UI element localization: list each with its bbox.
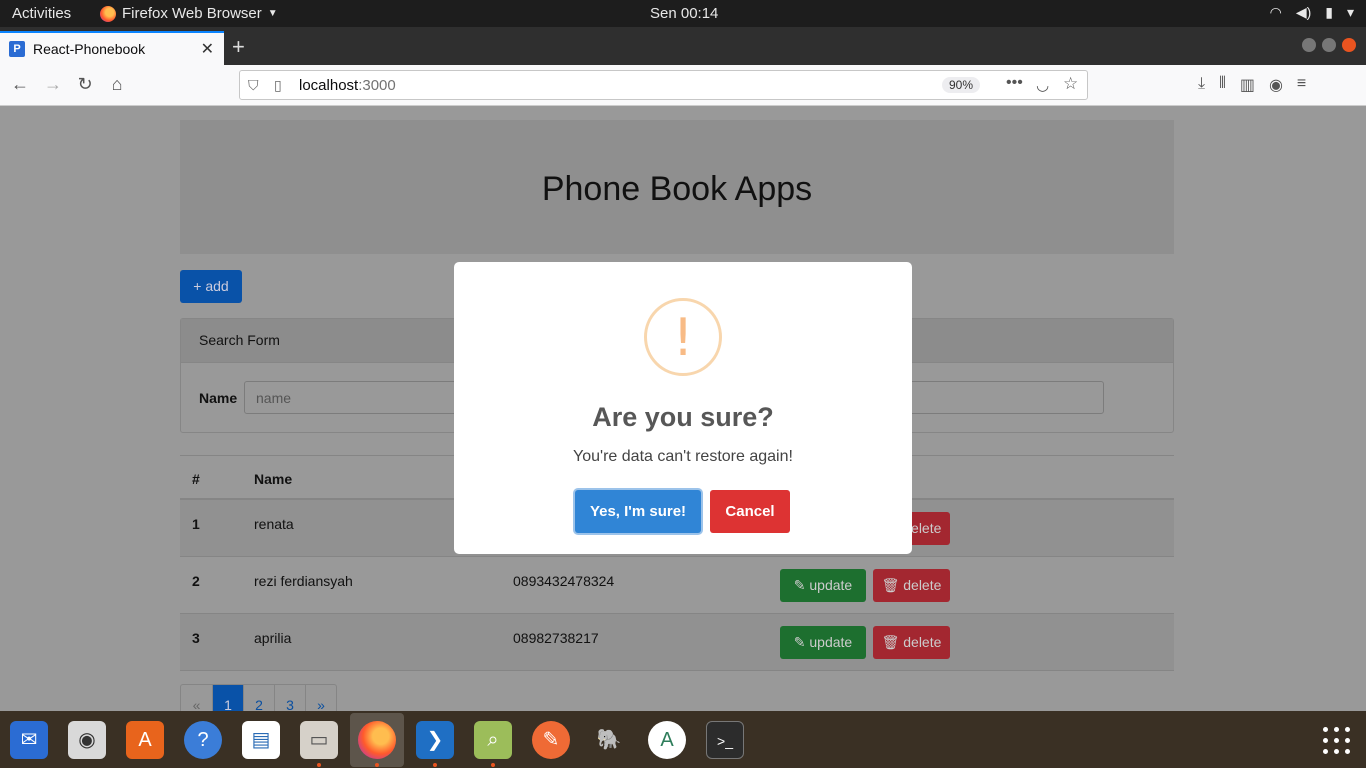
pagination: « 1 2 3 » [180,684,337,711]
table-row: 3 aprilia 08982738217 ✎ update 🗑 delete [180,614,1174,671]
dialog-title: Are you sure? [592,402,774,432]
help-icon[interactable]: ? [184,721,222,759]
name-label: Name [199,390,238,406]
close-window-button[interactable] [1342,38,1356,52]
firefox-icon[interactable] [358,721,396,759]
running-indicator [433,763,437,767]
chevron-down-icon: ▼ [267,8,278,19]
pgadmin-icon[interactable]: 🐘 [590,721,628,759]
dock: ✉ ◉ A ? ▤ ▭ ❯ ⌕ ✎ 🐘 A >_ [0,711,1366,768]
row-phone: 0893432478324 [513,573,615,589]
zoom-indicator[interactable]: 90% [942,77,981,93]
url-bar[interactable]: ⛉ ▯ localhost:3000 90% ••• ◡ ☆ [239,70,1088,100]
reload-icon[interactable]: ↻ [73,74,97,95]
cancel-button[interactable]: Cancel [710,490,790,533]
bookmark-star-icon[interactable]: ☆ [1063,74,1078,94]
page-info-icon[interactable]: ▯ [274,77,282,94]
row-name: rezi ferdiansyah [254,573,353,589]
back-arrow-icon[interactable]: ← [8,74,32,95]
home-icon[interactable]: ⌂ [105,74,129,95]
image-viewer-icon[interactable]: ⌕ [474,721,512,759]
files-icon[interactable]: ▭ [300,721,338,759]
pagination-page-1[interactable]: 1 [212,685,243,711]
pagination-page-3[interactable]: 3 [274,685,305,711]
row-name: renata [254,516,294,532]
close-tab-icon[interactable]: ✕ [201,39,214,59]
activities-button[interactable]: Activities [12,5,71,22]
favicon-icon: P [9,41,25,57]
update-button[interactable]: ✎ update [780,626,866,659]
update-button[interactable]: ✎ update [780,569,866,602]
running-indicator [317,763,321,767]
page-actions-icon[interactable]: ••• [1006,74,1023,92]
vscode-icon[interactable]: ❯ [416,721,454,759]
row-number: 1 [192,516,200,532]
warning-icon: ! [644,298,722,376]
confirm-dialog: ! Are you sure? You're data can't restor… [454,262,912,554]
wifi-icon: ◠ [1269,4,1282,20]
add-button[interactable]: + add [180,270,242,303]
tab-title: React-Phonebook [33,41,146,57]
android-studio-icon[interactable]: A [648,721,686,759]
delete-button[interactable]: 🗑 delete [873,569,950,602]
firefox-icon [100,5,116,22]
running-indicator [491,763,495,767]
dialog-message: You're data can't restore again! [573,448,793,465]
url-text[interactable]: localhost:3000 [299,77,396,94]
software-center-icon[interactable]: A [126,721,164,759]
column-header-name: Name [254,471,293,487]
table-row: 2 rezi ferdiansyah 0893432478324 ✎ updat… [180,557,1174,614]
running-indicator [375,763,379,767]
volume-icon: ◀) [1295,4,1312,20]
maximize-button[interactable] [1322,38,1336,52]
header-jumbotron: Phone Book Apps [180,120,1174,254]
show-applications-icon[interactable] [1323,727,1351,755]
window-controls [1302,38,1356,52]
library-icon[interactable]: ⫴ [1219,75,1226,95]
pagination-page-2[interactable]: 2 [243,685,274,711]
tracking-shield-icon[interactable]: ⛉ [248,77,259,94]
tab-bar: P React-Phonebook ✕ + [0,27,1366,65]
system-tray[interactable]: ◠ ◀) ▮ ▾ [1270,4,1354,21]
rhythmbox-icon[interactable]: ◉ [68,721,106,759]
minimize-button[interactable] [1302,38,1316,52]
terminal-icon[interactable]: >_ [706,721,744,759]
pagination-prev[interactable]: « [181,685,212,711]
toolbar-icons: ⤓ ⫴ ▥ ◉ ≡ [1198,75,1306,95]
sidebar-icon[interactable]: ▥ [1240,75,1255,95]
power-menu-icon: ▾ [1346,4,1354,20]
row-name: aprilia [254,630,292,646]
row-number: 2 [192,573,200,589]
app-menu[interactable]: Firefox Web Browser ▼ [100,5,278,22]
new-tab-button[interactable]: + [232,34,245,60]
tab-react-phonebook[interactable]: P React-Phonebook ✕ [0,31,224,65]
clock[interactable]: Sen 00:14 [650,5,718,22]
hamburger-menu-icon[interactable]: ≡ [1297,75,1306,95]
row-phone: 08982738217 [513,630,599,646]
postman-icon[interactable]: ✎ [532,721,570,759]
account-icon[interactable]: ◉ [1269,75,1283,95]
navigation-toolbar: ← → ↻ ⌂ ⛉ ▯ localhost:3000 90% ••• ◡ ☆ ⤓… [0,65,1366,106]
page-title: Phone Book Apps [541,170,813,208]
row-number: 3 [192,630,200,646]
downloads-icon[interactable]: ⤓ [1198,75,1205,95]
confirm-button[interactable]: Yes, I'm sure! [575,490,701,533]
delete-button[interactable]: 🗑 delete [873,626,950,659]
app-menu-label: Firefox Web Browser [122,5,262,22]
forward-arrow-icon[interactable]: → [41,74,65,95]
pagination-next[interactable]: » [305,685,336,711]
libreoffice-writer-icon[interactable]: ▤ [242,721,280,759]
thunderbird-icon[interactable]: ✉ [10,721,48,759]
system-top-bar: Activities Firefox Web Browser ▼ Sen 00:… [0,0,1366,27]
column-header-number: # [192,471,200,487]
battery-icon: ▮ [1325,4,1333,20]
pocket-icon[interactable]: ◡ [1036,76,1049,94]
